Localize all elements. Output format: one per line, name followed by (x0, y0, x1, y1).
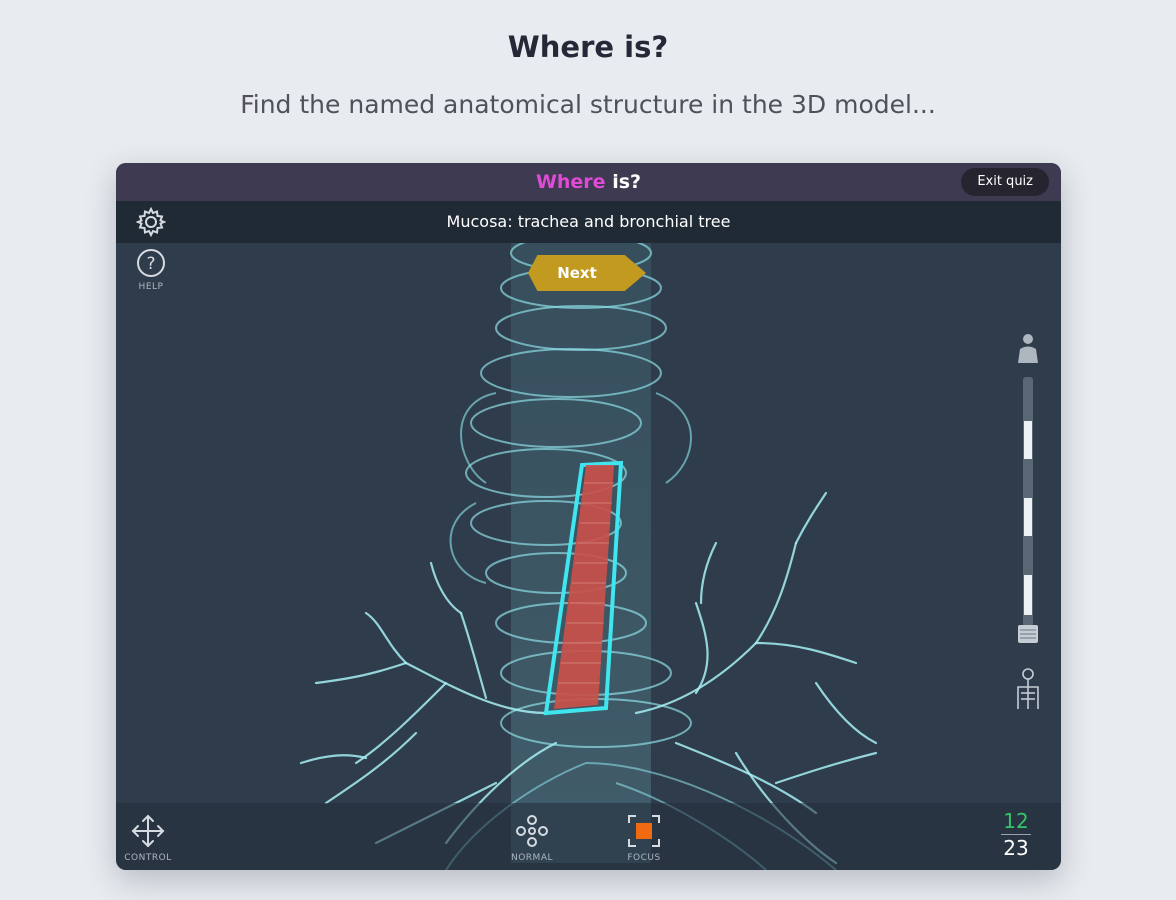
next-button[interactable]: Next (528, 255, 646, 291)
slider-thumb (1018, 625, 1038, 643)
question-circle-icon: ? (137, 249, 165, 277)
svg-text:?: ? (146, 254, 155, 274)
normal-mode-button[interactable]: NORMAL (506, 813, 558, 863)
control-button[interactable]: CONTROL (124, 813, 172, 863)
promo-title: Where is? (507, 30, 669, 64)
nodes-icon (516, 815, 548, 847)
normal-label: NORMAL (510, 853, 553, 863)
score-correct: 12 (1003, 809, 1029, 833)
score-total: 23 (1003, 836, 1029, 860)
focus-mode-button[interactable]: FOCUS (618, 813, 670, 863)
quiz-title-accent: Where (535, 171, 606, 193)
quiz-title: Where is? (116, 163, 1061, 201)
help-label: HELP (138, 282, 164, 292)
anatomy-3d-viewport[interactable] (116, 234, 1061, 870)
question-bar: Mucosa: trachea and bronchial tree (116, 201, 1061, 243)
human-body-icon (1018, 334, 1038, 363)
focus-frame-icon (628, 815, 660, 847)
bottom-toolbar: CONTROL NORMAL FOCUS (116, 803, 1061, 870)
move-arrows-icon (131, 814, 165, 848)
gear-icon[interactable] (134, 206, 168, 241)
promo-subtitle: Find the named anatomical structure in t… (240, 90, 936, 119)
focus-label: FOCUS (627, 853, 661, 863)
help-button[interactable]: ? HELP (132, 248, 170, 292)
anatomy-model (299, 234, 878, 870)
exit-quiz-button[interactable]: Exit quiz (961, 168, 1049, 196)
question-text: Mucosa: trachea and bronchial tree (446, 212, 731, 231)
control-label: CONTROL (124, 853, 172, 863)
score-divider (1001, 834, 1031, 835)
skeleton-icon (1017, 668, 1039, 709)
quiz-title-rest: is? (605, 171, 642, 193)
quiz-header: Where is? Exit quiz (116, 163, 1061, 201)
score-counter: 12 23 (1001, 809, 1031, 860)
layer-slider[interactable] (1016, 333, 1040, 713)
app-window: Where is? Exit quiz Mucosa: trachea and … (116, 163, 1061, 870)
